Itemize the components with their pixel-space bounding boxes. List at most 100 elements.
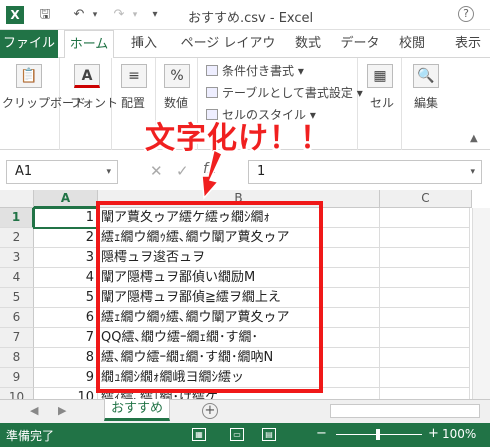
table-format-icon (206, 87, 218, 98)
undo-dropdown-icon[interactable]: ▾ (86, 6, 104, 24)
help-icon[interactable]: ? (458, 6, 474, 22)
name-box[interactable]: A1 ▾ (6, 160, 118, 184)
collapse-ribbon-icon[interactable]: ▲ (470, 133, 478, 144)
cell-c[interactable] (380, 308, 470, 328)
tab-data[interactable]: データ (340, 30, 380, 58)
status-ready: 準備完了 (6, 429, 55, 443)
cancel-icon[interactable]: ✕ (150, 162, 163, 180)
cell-a[interactable]: 10 (34, 388, 98, 399)
alignment-label: 配置 (121, 96, 146, 110)
row-header[interactable]: 1 (0, 208, 34, 228)
cell-a[interactable]: 5 (34, 288, 98, 308)
cell-c[interactable] (380, 328, 470, 348)
row-header[interactable]: 9 (0, 368, 34, 388)
cell-c[interactable] (380, 288, 470, 308)
zoom-out-icon[interactable]: − (316, 426, 327, 441)
cell-a[interactable]: 2 (34, 228, 98, 248)
add-sheet-icon[interactable]: + (202, 403, 218, 419)
next-sheet-icon[interactable]: ▶ (58, 404, 66, 417)
font-group[interactable]: A フォント (60, 58, 118, 150)
cell-b[interactable]: 隠樗ュヲ逡否ュヲ (98, 248, 380, 268)
table-format-label: テーブルとして書式設定 ▾ (222, 86, 363, 100)
enter-icon[interactable]: ✓ (176, 162, 189, 180)
zoom-in-icon[interactable]: + (428, 426, 439, 441)
row-header[interactable]: 4 (0, 268, 34, 288)
cell-b[interactable]: 繧ｨ繧､繧ｴ繝･け繧ケ (98, 388, 380, 399)
conditional-format-label: 条件付き書式 ▾ (222, 64, 304, 78)
clipboard-icon: 📋 (16, 64, 42, 88)
cell-c[interactable] (380, 368, 470, 388)
editing-group[interactable]: 🔍 編集 (402, 58, 452, 150)
font-color-icon: A (74, 64, 100, 88)
row-header[interactable]: 2 (0, 228, 34, 248)
page-layout-view-icon[interactable]: ▭ (230, 428, 244, 441)
formula-input[interactable]: 1 ▾ (248, 160, 482, 184)
cell-b[interactable]: QQ繧､繝ウ繧ｰ繝ｪ繝･す繝･ (98, 328, 380, 348)
cells-label: セル (370, 96, 395, 110)
cell-b[interactable]: 繝ｭ繝ｼ繝ｫ繝峨ヨ繝ｼ繧ッ (98, 368, 380, 388)
cell-a[interactable]: 3 (34, 248, 98, 268)
cell-a[interactable]: 8 (34, 348, 98, 368)
column-header-c[interactable]: C (380, 190, 472, 208)
cells-icon: ▦ (367, 64, 393, 88)
cell-c[interactable] (380, 268, 470, 288)
table-format-button[interactable]: テーブルとして書式設定 ▾ (206, 84, 363, 101)
row-header[interactable]: 5 (0, 288, 34, 308)
tab-page-layout[interactable]: ページ レイアウト (178, 30, 278, 78)
cell-a[interactable]: 7 (34, 328, 98, 348)
row-header[interactable]: 8 (0, 348, 34, 368)
column-header-a[interactable]: A (34, 190, 98, 208)
cell-a[interactable]: 4 (34, 268, 98, 288)
name-box-dropdown-icon[interactable]: ▾ (106, 161, 111, 183)
select-all-corner[interactable] (0, 190, 34, 208)
sheet-tab[interactable]: おすすめ (104, 399, 170, 421)
conditional-format-icon (206, 65, 218, 76)
cell-c[interactable] (380, 228, 470, 248)
zoom-slider-thumb[interactable] (376, 429, 380, 440)
tab-file[interactable]: ファイル (0, 30, 58, 58)
column-header-b[interactable]: B (98, 190, 380, 208)
cell-a[interactable]: 6 (34, 308, 98, 328)
cell-a[interactable]: 9 (34, 368, 98, 388)
tab-insert[interactable]: 挿入 (126, 30, 162, 58)
cell-b[interactable]: 闡ア隠樗ュヲ鄙偵≧繧ヲ繝上え (98, 288, 380, 308)
cell-c[interactable] (380, 348, 470, 368)
tab-formulas[interactable]: 数式 (290, 30, 326, 58)
prev-sheet-icon[interactable]: ◀ (30, 404, 38, 417)
redo-dropdown-icon[interactable]: ▾ (126, 6, 144, 24)
cell-b[interactable]: 闡ア隠樗ュヲ鄙偵い繝励M (98, 268, 380, 288)
row-header[interactable]: 10 (0, 388, 34, 399)
save-icon[interactable]: 🖫 (36, 6, 54, 24)
tab-view[interactable]: 表示 (446, 30, 490, 58)
conditional-format-button[interactable]: 条件付き書式 ▾ (206, 62, 304, 79)
editing-label: 編集 (414, 96, 439, 110)
cell-b[interactable]: 繧､繝ウ繧ｰ繝ｪ繝･す繝･繝吶N (98, 348, 380, 368)
cell-c[interactable] (380, 248, 470, 268)
customize-toolbar-icon[interactable]: ▾ (146, 6, 164, 24)
cell-c[interactable] (380, 208, 470, 228)
tab-home[interactable]: ホーム (64, 30, 114, 59)
vertical-scrollbar[interactable] (472, 208, 490, 399)
row-header[interactable]: 6 (0, 308, 34, 328)
clipboard-group[interactable]: 📋 クリップボード (0, 58, 86, 150)
cell-b[interactable]: 闡ア蕒夊ゥア繧ケ繧ゥ繝ｼ繝ｫ (98, 208, 380, 228)
zoom-level[interactable]: 100% (442, 427, 476, 441)
title-bar: X 🖫 ↶ ▾ ↷ ▾ ▾ おすすめ.csv - Excel ? (0, 0, 490, 30)
status-bar: 準備完了 ▦ ▭ ▤ − + 100% (0, 423, 490, 447)
formula-value: 1 (257, 164, 266, 179)
number-label: 数値 (164, 96, 189, 110)
cells-group[interactable]: ▦ セル (358, 58, 402, 150)
expand-formula-icon[interactable]: ▾ (470, 161, 475, 183)
row-header[interactable]: 3 (0, 248, 34, 268)
row-header[interactable]: 7 (0, 328, 34, 348)
normal-view-icon[interactable]: ▦ (192, 428, 206, 441)
horizontal-scrollbar[interactable] (330, 404, 480, 418)
page-break-view-icon[interactable]: ▤ (262, 428, 276, 441)
callout-arrow-icon (201, 150, 223, 200)
callout-text: 文字化け！！ (145, 121, 331, 156)
cell-b[interactable]: 繧ｪ繝ウ繝ｩ繧､繝ウ闡ア蕒夊ゥア (98, 308, 380, 328)
tab-review[interactable]: 校閲 (394, 30, 430, 58)
cell-c[interactable] (380, 388, 470, 399)
cell-b[interactable]: 繧ｪ繝ウ繝ｩ繧､繝ウ闡ア蕒夊ゥア (98, 228, 380, 248)
worksheet-grid[interactable]: A B C 1 1 闡ア蕒夊ゥア繧ケ繧ゥ繝ｼ繝ｫ 2 2 繧ｪ繝ウ繝ｩ繧､繝ウ闡… (0, 190, 490, 399)
